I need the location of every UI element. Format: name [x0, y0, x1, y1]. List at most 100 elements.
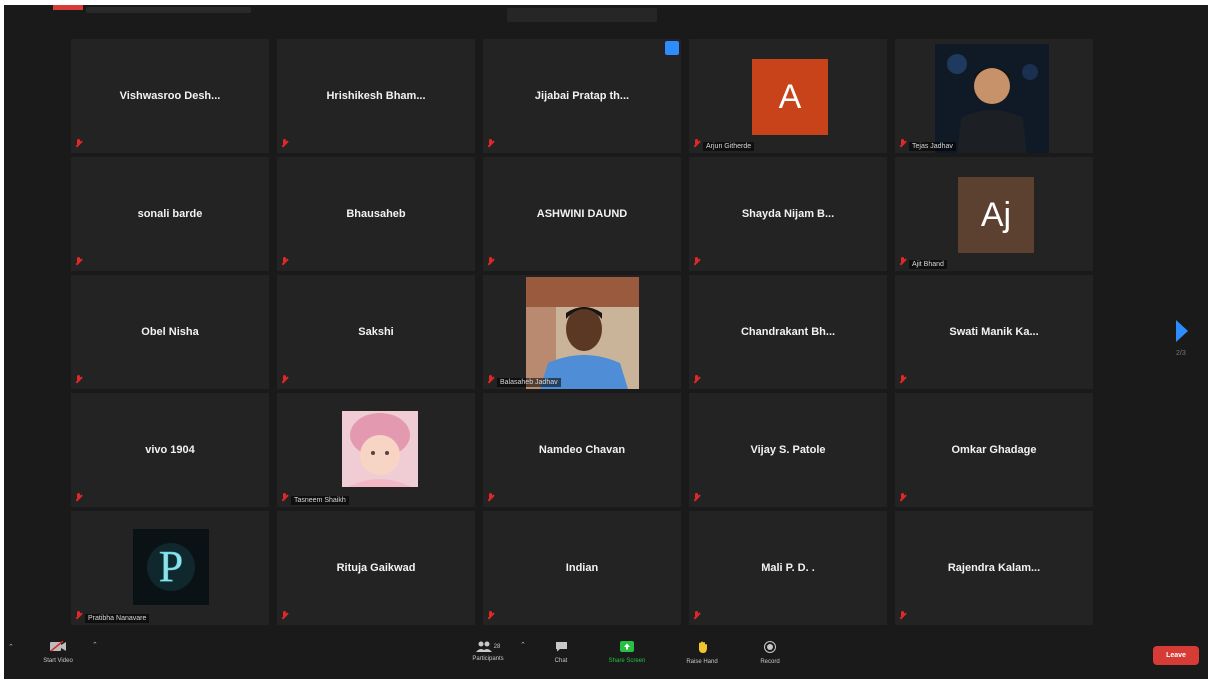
- muted-mic-icon: [900, 139, 905, 148]
- start-video-label: Start Video: [43, 658, 73, 664]
- participant-tile[interactable]: Rajendra Kalam...: [895, 511, 1093, 625]
- muted-mic-icon: [282, 257, 287, 266]
- raise-hand-icon: [680, 641, 724, 655]
- participant-tile[interactable]: Chandrakant Bh...: [689, 275, 887, 389]
- participant-name: Vijay S. Patole: [750, 444, 826, 456]
- muted-mic-icon: [694, 257, 699, 266]
- next-page-arrow-icon[interactable]: [1176, 320, 1188, 342]
- participant-tile[interactable]: Tasneem Shaikh: [277, 393, 475, 507]
- muted-mic-icon: [488, 375, 493, 384]
- chat-icon: [544, 641, 578, 654]
- participant-name: Vishwasroo Desh...: [119, 90, 221, 102]
- participant-tile[interactable]: Vijay S. Patole: [689, 393, 887, 507]
- avatar: A: [752, 59, 828, 135]
- record-button[interactable]: Record: [752, 641, 788, 665]
- top-bar: [4, 5, 1208, 23]
- participant-name: Sakshi: [358, 326, 394, 338]
- participant-name: Pratibha Nanavare: [85, 614, 150, 623]
- muted-mic-icon: [282, 611, 287, 620]
- muted-mic-icon: [76, 611, 81, 620]
- meeting-toolbar: ⌃ Start Video ⌃ 28 Participants ⌃ Chat S…: [4, 629, 1208, 679]
- raise-hand-button[interactable]: Raise Hand: [680, 641, 724, 665]
- participant-tile[interactable]: Vishwasroo Desh...: [71, 39, 269, 153]
- participant-tile[interactable]: Namdeo Chavan: [483, 393, 681, 507]
- participant-name: Namdeo Chavan: [538, 444, 626, 456]
- participants-button[interactable]: 28 Participants: [466, 641, 510, 662]
- participants-chevron-icon[interactable]: ⌃: [520, 641, 526, 649]
- record-icon: [752, 641, 788, 655]
- muted-mic-icon: [76, 139, 81, 148]
- participant-name: Tasneem Shaikh: [291, 496, 349, 505]
- participant-name: Obel Nisha: [141, 326, 199, 338]
- profile-photo: [935, 44, 1049, 153]
- muted-mic-icon: [488, 493, 493, 502]
- start-video-button[interactable]: Start Video: [38, 640, 78, 664]
- participant-name: Mali P. D. .: [761, 562, 815, 574]
- participant-tile[interactable]: Jijabai Pratap th...: [483, 39, 681, 153]
- participant-tile[interactable]: Balasaheb Jadhav: [483, 275, 681, 389]
- muted-mic-icon: [488, 257, 493, 266]
- svg-text:P: P: [159, 542, 183, 591]
- participants-icon: [475, 641, 492, 652]
- participant-tile[interactable]: A Arjun Githerde: [689, 39, 887, 153]
- share-screen-button[interactable]: Share Screen: [602, 641, 652, 664]
- chevron-up-icon[interactable]: ⌃: [8, 643, 14, 651]
- participant-count: 28: [493, 643, 501, 650]
- profile-photo: [342, 411, 418, 487]
- muted-mic-icon: [282, 493, 287, 502]
- participant-tile[interactable]: Rituja Gaikwad: [277, 511, 475, 625]
- participant-name: Rajendra Kalam...: [947, 562, 1041, 574]
- gallery-grid: Vishwasroo Desh... Hrishikesh Bham... Ji…: [71, 39, 1095, 625]
- muted-mic-icon: [76, 375, 81, 384]
- leave-button[interactable]: Leave: [1153, 646, 1199, 665]
- muted-mic-icon: [488, 611, 493, 620]
- participant-name: Hrishikesh Bham...: [326, 90, 426, 102]
- page-indicator: 2/3: [1176, 350, 1186, 357]
- muted-mic-icon: [694, 611, 699, 620]
- participant-name: Indian: [565, 562, 599, 574]
- participant-tile[interactable]: Bhausaheb: [277, 157, 475, 271]
- participant-tile[interactable]: Swati Manik Ka...: [895, 275, 1093, 389]
- video-options-chevron-icon[interactable]: ⌃: [92, 641, 98, 649]
- muted-mic-icon: [76, 257, 81, 266]
- participant-name: Swati Manik Ka...: [949, 326, 1039, 338]
- recording-indicator: [53, 5, 83, 10]
- participant-tile[interactable]: Indian: [483, 511, 681, 625]
- participant-name: Omkar Ghadage: [951, 444, 1037, 456]
- participants-label: Participants: [472, 656, 504, 662]
- participant-name: Arjun Githerde: [703, 142, 755, 151]
- participant-name: Bhausaheb: [346, 208, 406, 220]
- chat-label: Chat: [554, 658, 568, 664]
- participant-name: Shayda Nijam B...: [741, 208, 835, 220]
- muted-mic-icon: [694, 139, 699, 148]
- participant-tile[interactable]: Shayda Nijam B...: [689, 157, 887, 271]
- participant-tile[interactable]: Mali P. D. .: [689, 511, 887, 625]
- participant-tile[interactable]: P Pratibha Nanavare: [71, 511, 269, 625]
- participant-name: Ajit Bhand: [909, 260, 947, 269]
- muted-mic-icon: [694, 493, 699, 502]
- participant-name: vivo 1904: [145, 444, 195, 456]
- participant-tile[interactable]: Omkar Ghadage: [895, 393, 1093, 507]
- participant-tile[interactable]: Aj Ajit Bhand: [895, 157, 1093, 271]
- participant-name: Chandrakant Bh...: [740, 326, 836, 338]
- participant-tile[interactable]: Sakshi: [277, 275, 475, 389]
- participant-tile[interactable]: Obel Nisha: [71, 275, 269, 389]
- participant-name: Balasaheb Jadhav: [497, 378, 561, 387]
- profile-photo: [526, 277, 639, 389]
- participant-tile[interactable]: sonali barde: [71, 157, 269, 271]
- muted-mic-icon: [282, 375, 287, 384]
- chat-button[interactable]: Chat: [544, 641, 578, 664]
- participant-tile[interactable]: vivo 1904: [71, 393, 269, 507]
- participant-name: Tejas Jadhav: [909, 142, 956, 151]
- muted-mic-icon: [900, 257, 905, 266]
- muted-mic-icon: [282, 139, 287, 148]
- profile-photo: P: [133, 529, 209, 605]
- spotlight-badge-icon: [665, 41, 679, 55]
- participant-tile[interactable]: Hrishikesh Bham...: [277, 39, 475, 153]
- meeting-info-bar: [86, 7, 251, 13]
- participant-name: Rituja Gaikwad: [336, 562, 416, 574]
- participant-tile[interactable]: ASHWINI DAUND: [483, 157, 681, 271]
- muted-mic-icon: [900, 493, 905, 502]
- muted-mic-icon: [488, 139, 493, 148]
- participant-tile[interactable]: Tejas Jadhav: [895, 39, 1093, 153]
